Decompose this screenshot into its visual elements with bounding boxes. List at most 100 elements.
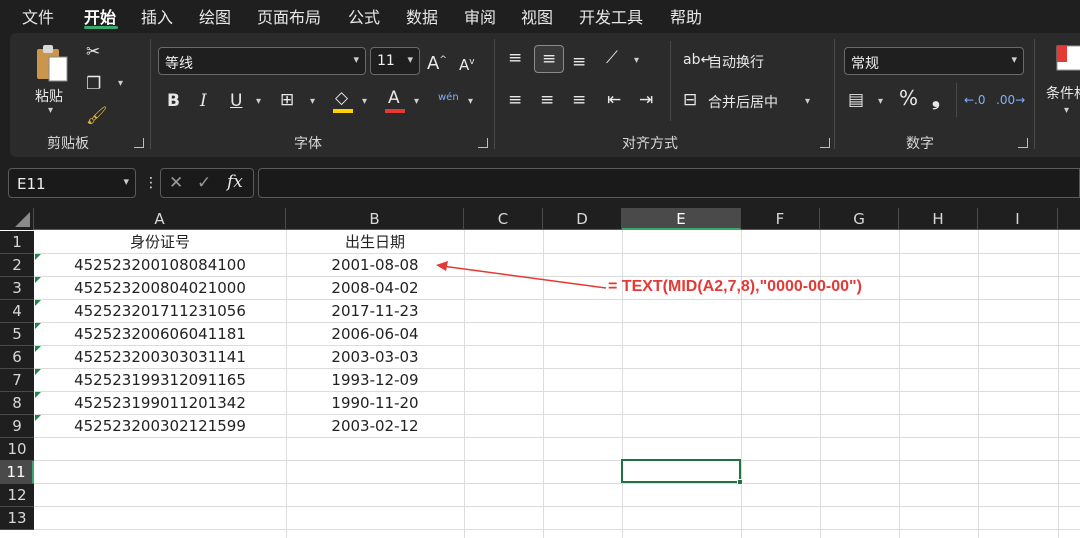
formula-input[interactable] [258,168,1080,198]
phonetic-icon[interactable]: wén [438,89,459,107]
menu-help[interactable]: 帮助 [670,4,702,28]
copy-dropdown-icon[interactable]: ▾ [118,78,123,89]
phonetic-dropdown-icon[interactable]: ▾ [468,96,473,107]
cell-a1[interactable]: 身份证号 [34,231,286,254]
menu-developer[interactable]: 开发工具 [579,4,643,28]
align-bottom-icon[interactable]: ≡ [572,53,586,71]
select-all-corner[interactable] [0,208,34,230]
increase-indent-icon[interactable]: ⇥ [639,91,653,109]
cell-a3[interactable]: 452523200804021000 [34,277,286,300]
increase-font-icon[interactable]: A^ [427,51,447,73]
column-header-a[interactable]: A [34,208,286,230]
cell-a6[interactable]: 452523200303031141 [34,346,286,369]
increase-decimal-icon[interactable]: ←.0 [964,91,986,109]
cell-a4[interactable]: 452523201711231056 [34,300,286,323]
decrease-font-icon[interactable]: Av [459,53,475,74]
cut-icon[interactable]: ✂ [86,43,100,61]
menu-formulas[interactable]: 公式 [348,4,380,28]
row-header-selected[interactable]: 11 [0,461,34,484]
row-header[interactable]: 9 [0,415,34,438]
italic-icon[interactable]: I [200,92,207,110]
row-header[interactable]: 13 [0,507,34,530]
row-header[interactable]: 7 [0,369,34,392]
selected-cell-e11[interactable] [621,459,741,483]
number-format-select[interactable]: 常规 ▾ [844,47,1024,75]
border-icon[interactable]: ⊞ [280,91,294,109]
menu-data[interactable]: 数据 [406,4,438,28]
cell-b1[interactable]: 出生日期 [286,231,464,254]
cell-a9[interactable]: 452523200302121599 [34,415,286,438]
merge-center-icon[interactable]: ⊟ [683,91,697,109]
row-header[interactable]: 8 [0,392,34,415]
font-name-select[interactable]: 等线 ▾ [158,47,366,75]
menu-home[interactable]: 开始 [84,4,116,28]
align-middle-button[interactable]: ≡ [534,45,564,73]
number-launcher-icon[interactable] [1018,138,1028,148]
cell-a5[interactable]: 452523200606041181 [34,323,286,346]
column-header-i[interactable]: I [978,208,1058,230]
row-header[interactable]: 12 [0,484,34,507]
cell-b7[interactable]: 1993-12-09 [286,369,464,392]
row-header[interactable]: 10 [0,438,34,461]
conditional-format-label[interactable]: 条件格 [1046,83,1080,103]
font-color-dropdown-icon[interactable]: ▾ [414,96,419,107]
accounting-dropdown-icon[interactable]: ▾ [878,96,883,107]
paste-label[interactable]: 粘贴 [35,86,63,106]
decrease-decimal-icon[interactable]: .00→ [996,91,1025,109]
cell-a7[interactable]: 452523199312091165 [34,369,286,392]
row-header[interactable]: 5 [0,323,34,346]
cell-b5[interactable]: 2006-06-04 [286,323,464,346]
accounting-format-icon[interactable]: ▤ [848,91,864,109]
fill-dropdown-icon[interactable]: ▾ [362,96,367,107]
paste-icon[interactable] [35,43,71,85]
column-header-e[interactable]: E [622,208,741,230]
font-color-icon[interactable]: A [388,89,400,107]
cancel-icon[interactable]: ✕ [169,174,183,192]
orientation-dropdown-icon[interactable]: ▾ [634,55,639,66]
merge-center-button[interactable]: 合并后居中 [708,92,778,112]
merge-dropdown-icon[interactable]: ▾ [805,96,810,107]
name-box[interactable]: E11 ▾ [8,168,136,198]
copy-icon[interactable]: ❐ [86,75,101,93]
row-header[interactable]: 4 [0,300,34,323]
wrap-text-button[interactable]: 自动换行 [708,52,764,72]
comma-icon[interactable]: ❟ [932,88,940,108]
cell-b8[interactable]: 1990-11-20 [286,392,464,415]
cell-a2[interactable]: 452523200108084100 [34,254,286,277]
conditional-format-dropdown-icon[interactable]: ▾ [1064,105,1069,116]
cell-b6[interactable]: 2003-03-03 [286,346,464,369]
align-right-icon[interactable]: ≡ [572,91,586,109]
cell-b9[interactable]: 2003-02-12 [286,415,464,438]
menu-insert[interactable]: 插入 [141,4,173,28]
column-header-h[interactable]: H [899,208,978,230]
percent-icon[interactable]: % [899,88,918,108]
format-painter-icon[interactable]: 🖌 [86,107,108,125]
row-header[interactable]: 1 [0,231,34,254]
cell-a8[interactable]: 452523199011201342 [34,392,286,415]
orientation-icon[interactable]: ⟋ [606,49,618,67]
menu-view[interactable]: 视图 [521,4,553,28]
column-header-b[interactable]: B [286,208,464,230]
clipboard-launcher-icon[interactable] [134,138,144,148]
fill-color-icon[interactable]: ◇ [335,89,348,107]
column-header-g[interactable]: G [820,208,899,230]
paste-dropdown-icon[interactable]: ▾ [48,105,53,116]
cell-b4[interactable]: 2017-11-23 [286,300,464,323]
menu-file[interactable]: 文件 [22,4,54,28]
decrease-indent-icon[interactable]: ⇤ [607,91,621,109]
insert-function-icon[interactable]: fx [227,173,243,191]
conditional-format-icon[interactable] [1056,45,1080,71]
row-header[interactable]: 3 [0,277,34,300]
column-header-c[interactable]: C [464,208,543,230]
font-size-select[interactable]: 11 ▾ [370,47,420,75]
column-header-d[interactable]: D [543,208,622,230]
underline-icon[interactable]: U [230,92,242,110]
alignment-launcher-icon[interactable] [820,138,830,148]
menu-draw[interactable]: 绘图 [199,4,231,28]
underline-dropdown-icon[interactable]: ▾ [256,96,261,107]
menu-page-layout[interactable]: 页面布局 [257,4,321,28]
font-launcher-icon[interactable] [478,138,488,148]
more-options-icon[interactable]: ⋮ [144,174,158,192]
column-header-f[interactable]: F [741,208,820,230]
row-header[interactable]: 6 [0,346,34,369]
